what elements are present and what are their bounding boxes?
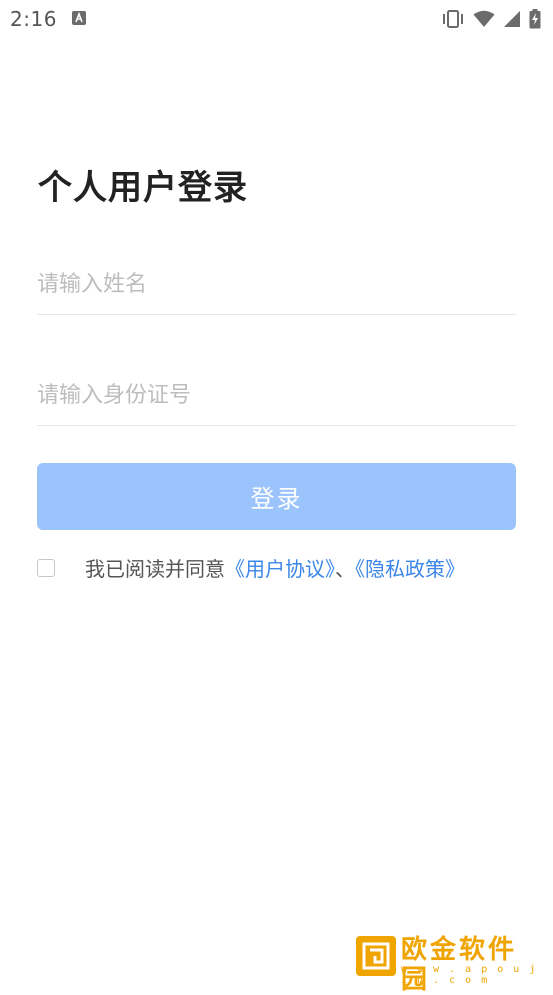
name-input[interactable] <box>37 262 516 306</box>
wifi-icon <box>473 10 495 28</box>
page-title: 个人用户登录 <box>38 168 248 208</box>
agreement-checkbox[interactable] <box>37 559 55 577</box>
agreement-separator: 、 <box>335 557 355 581</box>
agreement-row: 我已阅读并同意《用户协议》、《隐私政策》 <box>37 555 527 583</box>
login-button[interactable]: 登录 <box>37 463 516 530</box>
a-square-icon <box>72 11 86 25</box>
name-field <box>37 254 516 315</box>
status-time: 2:16 <box>10 7 57 31</box>
id-number-field <box>37 365 516 426</box>
agreement-prefix: 我已阅读并同意 <box>85 557 225 581</box>
battery-charging-icon <box>529 9 541 29</box>
watermark: 欧金软件园 w w w . a p o u j i n . c o m <box>355 935 545 995</box>
user-agreement-link[interactable]: 《用户协议》 <box>225 557 335 581</box>
privacy-policy-link[interactable]: 《隐私政策》 <box>355 557 465 581</box>
signal-icon <box>503 10 521 28</box>
vibrate-icon <box>441 9 465 29</box>
status-icons <box>441 8 541 30</box>
status-bar: 2:16 <box>0 0 553 38</box>
id-number-input[interactable] <box>37 373 516 417</box>
watermark-logo <box>355 935 397 977</box>
agreement-text: 我已阅读并同意《用户协议》、《隐私政策》 <box>85 555 465 583</box>
